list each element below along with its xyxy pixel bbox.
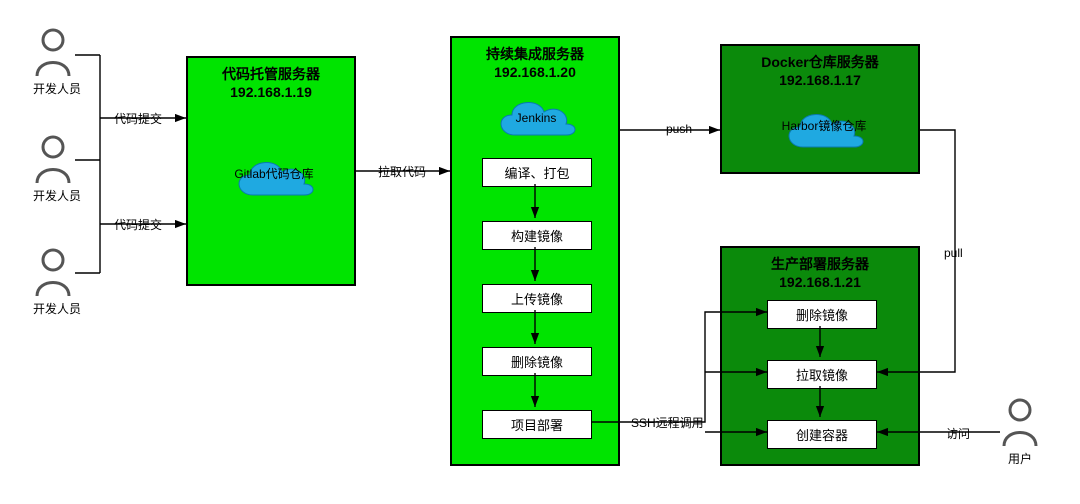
ci-step-3: 上传镜像: [482, 284, 592, 313]
ci-server-box: 持续集成服务器 192.168.1.20 Jenkins 编译、打包 构建镜像 …: [450, 36, 620, 466]
developer-3: 开发人员: [33, 248, 73, 317]
ci-step-5: 项目部署: [482, 410, 592, 439]
developer-3-label: 开发人员: [33, 300, 73, 317]
edge-ssh: SSH远程调用: [629, 414, 706, 431]
developer-1-label: 开发人员: [33, 80, 73, 97]
edge-commit-1: 代码提交: [112, 110, 164, 127]
person-icon: [33, 248, 73, 298]
code-server-box: 代码托管服务器 192.168.1.19 Gitlab代码仓库: [186, 56, 356, 286]
developer-2-label: 开发人员: [33, 187, 73, 204]
gitlab-cloud-label: Gitlab代码仓库: [228, 168, 320, 181]
docker-server-ip: 192.168.1.17: [722, 72, 918, 88]
prod-step-3: 创建容器: [767, 420, 877, 449]
person-icon: [33, 135, 73, 185]
prod-server-title: 生产部署服务器: [722, 254, 918, 274]
edge-pull: pull: [942, 246, 965, 260]
ci-server-title: 持续集成服务器: [452, 44, 618, 64]
edge-push: push: [664, 122, 694, 136]
person-icon: [1000, 398, 1040, 448]
ci-step-4: 删除镜像: [482, 347, 592, 376]
developer-1: 开发人员: [33, 28, 73, 97]
code-server-title: 代码托管服务器: [188, 64, 354, 84]
prod-server-ip: 192.168.1.21: [722, 274, 918, 290]
docker-server-title: Docker仓库服务器: [722, 52, 918, 72]
ci-step-1: 编译、打包: [482, 158, 592, 187]
user-label: 用户: [1000, 450, 1040, 467]
gitlab-cloud: Gitlab代码仓库: [228, 150, 320, 205]
ci-server-ip: 192.168.1.20: [452, 64, 618, 80]
prod-step-2: 拉取镜像: [767, 360, 877, 389]
code-server-ip: 192.168.1.19: [188, 84, 354, 100]
jenkins-cloud: Jenkins: [490, 90, 582, 145]
edge-visit: 访问: [944, 425, 972, 442]
harbor-cloud-label: Harbor镜像仓库: [778, 120, 870, 133]
jenkins-cloud-label: Jenkins: [490, 112, 582, 125]
person-icon: [33, 28, 73, 78]
edge-commit-2: 代码提交: [112, 216, 164, 233]
developer-2: 开发人员: [33, 135, 73, 204]
user: 用户: [1000, 398, 1040, 467]
harbor-cloud: Harbor镜像仓库: [778, 102, 870, 157]
prod-server-box: 生产部署服务器 192.168.1.21 删除镜像 拉取镜像 创建容器: [720, 246, 920, 466]
ci-step-2: 构建镜像: [482, 221, 592, 250]
prod-step-1: 删除镜像: [767, 300, 877, 329]
edge-pull-code: 拉取代码: [376, 163, 428, 180]
docker-server-box: Docker仓库服务器 192.168.1.17 Harbor镜像仓库: [720, 44, 920, 174]
